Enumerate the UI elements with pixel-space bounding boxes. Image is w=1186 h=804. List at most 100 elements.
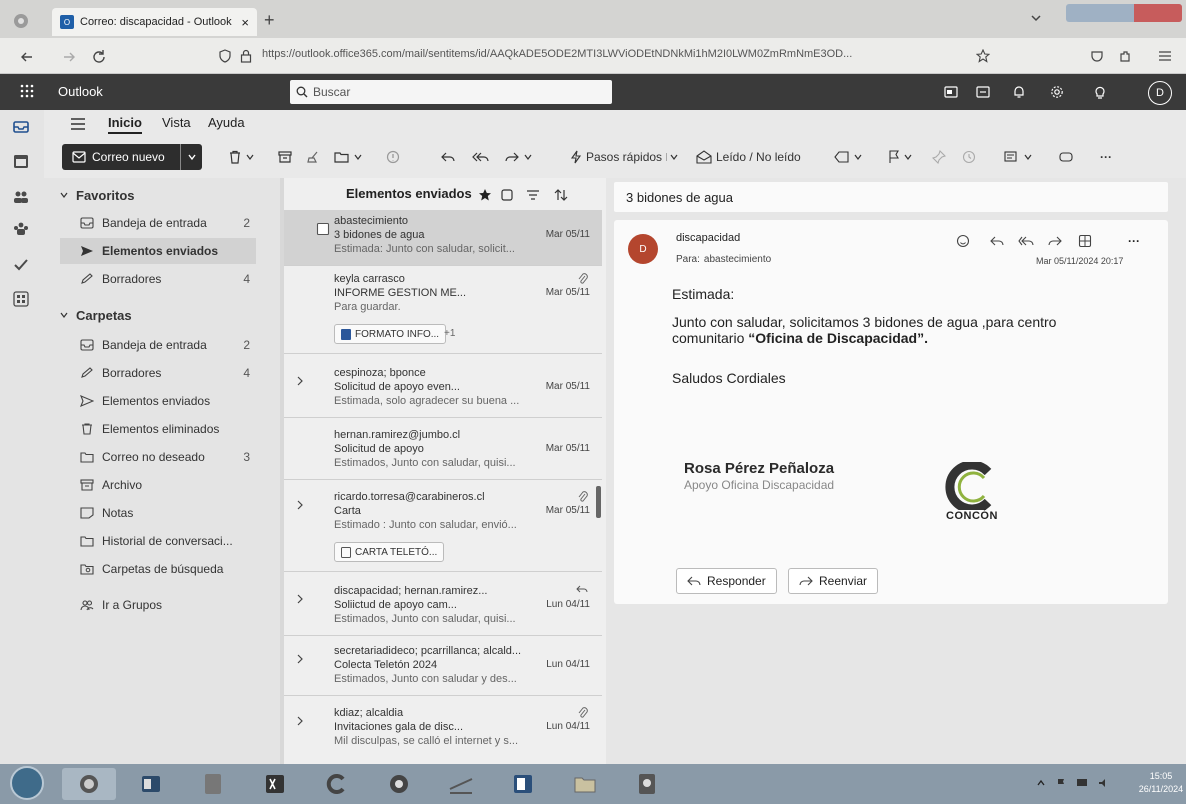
new-mail-button[interactable]: Correo nuevo [62,144,202,170]
folder-deleted[interactable]: Elementos eliminados [80,416,256,442]
favorite-star-icon[interactable] [478,188,492,202]
expand-chevron-icon[interactable] [296,594,304,604]
delete-button[interactable] [228,146,254,168]
nav-toggle-hamburger-icon[interactable] [70,118,86,130]
read-unread-button[interactable]: Leído / No leído [696,146,801,168]
app-launcher-icon[interactable] [20,84,34,98]
tab-ayuda[interactable]: Ayuda [208,115,245,130]
expand-chevron-icon[interactable] [296,500,304,510]
tray-up-arrow-icon[interactable] [1036,778,1046,788]
expand-chevron-icon[interactable] [296,716,304,726]
sweep-button[interactable] [306,146,320,168]
move-to-button[interactable] [334,146,362,168]
reply-all-button[interactable] [472,146,490,168]
taskbar-chrome-icon[interactable] [372,768,426,800]
taskbar-word-icon[interactable] [496,768,550,800]
tray-flag-icon[interactable] [1056,778,1066,788]
reply-button[interactable] [440,146,456,168]
tips-lightbulb-icon[interactable] [1094,85,1106,99]
avatar[interactable]: D [1148,81,1172,105]
teams-meet-icon[interactable] [944,85,958,99]
taskbar-firefox-icon[interactable] [62,768,116,800]
taskbar-pen-icon[interactable] [434,768,488,800]
notifications-bell-icon[interactable] [1012,85,1026,99]
rail-mail-icon[interactable] [12,118,30,136]
lock-icon[interactable] [240,49,252,63]
taskbar-file-explorer-icon[interactable] [558,768,612,800]
new-mail-dropdown-chevron-icon[interactable] [180,144,202,170]
forward-button[interactable]: Reenviar [788,568,879,594]
filter-icon[interactable] [526,189,540,201]
go-to-groups-link[interactable]: Ir a Grupos [80,592,256,618]
folder-junk[interactable]: Correo no deseado 3 [80,444,256,470]
taskbar-calculator-icon[interactable] [186,768,240,800]
taskbar-excel-icon[interactable] [248,768,302,800]
folders-header[interactable]: Carpetas [60,302,260,328]
apps-grid-icon[interactable] [1078,234,1092,248]
minimize-button[interactable] [1066,4,1100,22]
browser-tab[interactable]: O Correo: discapacidad - Outlook × [52,8,257,36]
folder-notes[interactable]: Notas [80,500,256,526]
list-item[interactable]: keyla carrasco INFORME GESTION ME... Mar… [284,268,602,354]
reply-button[interactable]: Responder [676,568,777,594]
reload-icon[interactable] [92,49,106,63]
settings-gear-icon[interactable] [1050,85,1064,99]
forward-button[interactable] [504,146,532,168]
forward-arrow-icon[interactable] [1048,235,1062,247]
fav-item-sent[interactable]: Elementos enviados [80,238,256,264]
attachment-more[interactable]: +1 [444,328,455,339]
tab-list-chevron-icon[interactable] [1030,12,1042,24]
forward-icon[interactable] [62,50,76,64]
list-item[interactable]: discapacidad; hernan.ramirez... Soliictu… [284,580,602,636]
sender-name[interactable]: discapacidad [676,232,740,244]
rail-people-icon[interactable] [12,188,30,206]
tray-volume-icon[interactable] [1098,778,1110,788]
app-title[interactable]: Outlook [58,84,103,99]
pin-button[interactable] [932,146,946,168]
select-checkbox-icon[interactable] [500,188,514,202]
attachment-chip[interactable]: CARTA TELETÓ... [334,542,445,562]
attachment-chip[interactable]: FORMATO INFO... [334,324,447,344]
list-item[interactable]: abastecimiento 3 bidones de agua Mar 05/… [284,210,602,266]
taskbar-pdf-icon[interactable] [620,768,674,800]
list-item[interactable]: cespinoza; bponce Solicitud de apoyo eve… [284,362,602,418]
categorize-button[interactable] [834,146,862,168]
taskbar-outlook-icon[interactable] [124,768,178,800]
taskbar-clock[interactable]: 15:05 26/11/2024 [1138,770,1184,796]
expand-chevron-icon[interactable] [296,376,304,386]
new-tab-button[interactable]: + [264,10,275,31]
rail-groups-icon[interactable] [12,220,30,238]
sort-icon[interactable] [554,188,568,202]
snooze-button[interactable] [962,146,976,168]
list-item[interactable]: kdiaz; alcaldia Invitaciones gala de dis… [284,702,602,762]
sender-avatar[interactable]: D [628,234,658,264]
expand-chevron-icon[interactable] [296,654,304,664]
folder-inbox[interactable]: Bandeja de entrada 2 [80,332,256,358]
rail-more-apps-icon[interactable] [12,290,30,308]
maximize-button[interactable] [1100,4,1134,22]
list-item[interactable]: secretariadideco; pcarrillanca; alcald..… [284,640,602,696]
select-checkbox-icon[interactable] [316,222,330,236]
tab-vista[interactable]: Vista [162,115,191,130]
bookmark-star-icon[interactable] [976,49,990,63]
list-item[interactable]: hernan.ramirez@jumbo.cl Solicitud de apo… [284,424,602,480]
folder-archive[interactable]: Archivo [80,472,256,498]
browser-tab-close-icon[interactable]: × [241,15,249,30]
recipient-name[interactable]: abastecimiento [704,254,771,265]
folder-drafts[interactable]: Borradores 4 [80,360,256,386]
tracking-shield-icon[interactable] [218,49,232,63]
start-button[interactable] [10,766,44,800]
back-icon[interactable] [20,50,34,64]
extensions-icon[interactable] [1118,49,1132,63]
emoji-react-icon[interactable] [956,234,970,248]
flag-button[interactable] [888,146,912,168]
fav-item-inbox[interactable]: Bandeja de entrada 2 [80,210,256,236]
list-item[interactable]: ricardo.torresa@carabineros.cl Carta Mar… [284,486,602,572]
browser-menu-icon[interactable] [12,12,30,30]
rail-todo-icon[interactable] [12,256,30,274]
folder-search-folders[interactable]: Carpetas de búsqueda [80,556,256,582]
rail-calendar-icon[interactable] [12,152,30,170]
tab-inicio[interactable]: Inicio [108,115,142,134]
folder-conversation-history[interactable]: Historial de conversaci... [80,528,256,554]
browser-menu-hamburger-icon[interactable] [1158,50,1172,62]
